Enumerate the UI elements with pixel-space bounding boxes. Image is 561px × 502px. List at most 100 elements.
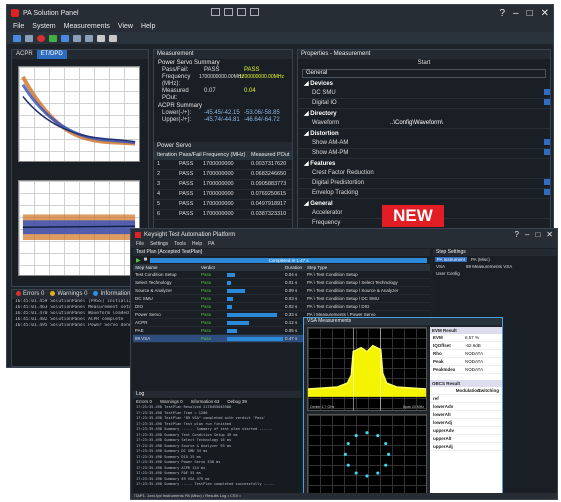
test-step-row[interactable]: DC SMU Pass 0.03 s PA \ Test Condition Setu… [133, 295, 430, 303]
evm-row: IQOffset -62.9dB [430, 342, 502, 350]
log-tab-debug[interactable]: Debug 39 [227, 399, 247, 404]
test-step-row[interactable]: DIO Pass 0.02 s PA \ Test Condition Setup \… [133, 303, 430, 311]
table-cell: 6 [157, 211, 161, 217]
property-row[interactable]: Waveform ..\Config\Waveform\ [298, 119, 550, 129]
property-group-devices[interactable]: ◢ Devices [298, 79, 550, 89]
step-duration-bar-cell [225, 303, 283, 310]
checkbox[interactable] [544, 189, 550, 195]
checkbox[interactable] [544, 179, 550, 185]
save-icon[interactable] [61, 34, 69, 42]
minimize-icon[interactable]: – [513, 8, 519, 19]
menu-settings[interactable]: Settings [150, 241, 168, 247]
category-select[interactable]: General [302, 69, 546, 78]
property-row[interactable]: Show AM-AM [298, 139, 550, 149]
zoom-icon[interactable] [97, 34, 105, 42]
menu-measurements[interactable]: Measurements [64, 23, 110, 30]
menu-file[interactable]: File [136, 241, 144, 247]
menu-pa[interactable]: PA [208, 241, 214, 247]
maximize-icon[interactable]: □ [527, 8, 533, 19]
property-value[interactable] [390, 89, 544, 98]
layout-icon-4[interactable] [250, 8, 259, 16]
layout-icons [211, 8, 259, 16]
layout-icon-2[interactable] [224, 8, 233, 16]
layout-icon-3[interactable] [237, 8, 246, 16]
grid-icon[interactable] [73, 34, 81, 42]
tab-acpr[interactable]: ACPR [12, 50, 37, 59]
property-key: DC SMU [312, 90, 336, 96]
evm-row: Rho NODATA [430, 350, 502, 358]
help-icon[interactable]: ? [499, 8, 505, 19]
property-value[interactable] [390, 189, 544, 198]
plot-tabs: ACPR ET/DPD [12, 50, 148, 59]
obcs-row: upperAdj [430, 443, 502, 451]
property-row[interactable]: Crest Factor Reduction [298, 169, 550, 179]
test-step-row[interactable]: Test Condition Setup Pass 0.04 s PA \ Test … [133, 271, 430, 279]
step-name: DIO [135, 304, 144, 309]
status-bar: \TAP1. 1xxx.tpx Instruments PA (Misc) • … [131, 493, 557, 499]
step-type: PA \ Test Condition Setup \ DIO [307, 304, 370, 309]
log-tab-information[interactable]: Information 63 [191, 399, 220, 404]
constellation-point [376, 434, 380, 438]
constellation-point [384, 441, 388, 446]
log-tab-warnings[interactable]: Warnings 0 [160, 399, 183, 404]
evm-value: NODATA [465, 367, 484, 372]
test-step-row[interactable]: Source & Analyzer Pass 0.09 s PA \ Test Con… [133, 287, 430, 295]
checkbox[interactable] [544, 149, 550, 155]
menu-system[interactable]: System [32, 23, 55, 30]
menu-help[interactable]: Help [192, 241, 202, 247]
obcs-row: upperAdv [430, 427, 502, 435]
stop-icon[interactable]: ■ [144, 257, 148, 263]
tab-pa-misc[interactable]: PA (Misc) [469, 257, 492, 262]
property-row[interactable]: DC SMU [298, 89, 550, 99]
table-cell: 0.0037317620 [251, 161, 287, 167]
help-icon[interactable]: ? [515, 230, 519, 239]
step-duration: 0.02 s [285, 304, 298, 309]
menu-view[interactable]: View [118, 23, 133, 30]
start-label: Start [417, 60, 431, 66]
property-value[interactable] [390, 139, 544, 148]
list-icon[interactable] [85, 34, 93, 42]
property-row[interactable]: Show AM-PM [298, 149, 550, 159]
run-icon[interactable]: ▶ [136, 257, 141, 264]
property-row[interactable]: Digital IO [298, 99, 550, 109]
menu-tools[interactable]: Tools [174, 241, 186, 247]
log-tab-errors[interactable]: Errors 0 [136, 399, 152, 404]
layout-icon-1[interactable] [211, 8, 220, 16]
close-icon[interactable]: ✕ [541, 8, 549, 19]
test-step-row[interactable]: Select Technology Pass 0.01 s PA \ Test Con… [133, 279, 430, 287]
log-tab-errors[interactable]: Errors 0 [16, 291, 44, 298]
table-cell: 0.0387323310 [251, 211, 287, 217]
play-icon[interactable] [49, 34, 57, 42]
window-controls: ? – □ ✕ [499, 8, 549, 19]
table-cell: PASS [179, 171, 194, 177]
property-value[interactable] [390, 179, 544, 188]
property-row[interactable]: Envelop Tracking [298, 189, 550, 199]
tab-et-dpd[interactable]: ET/DPD [36, 50, 67, 59]
minimize-icon[interactable]: – [525, 230, 529, 239]
info-icon [93, 291, 99, 297]
menu-help[interactable]: Help [141, 23, 155, 30]
property-group-features[interactable]: ◢ Features [298, 159, 550, 169]
tab-pa-instrument[interactable]: PA Instrument [435, 257, 467, 262]
maximize-icon[interactable]: □ [535, 230, 540, 239]
constellation-point [346, 441, 350, 446]
checkbox[interactable] [544, 99, 550, 105]
open-icon[interactable] [25, 34, 33, 42]
property-value[interactable] [390, 149, 544, 158]
property-group-directory[interactable]: ◢ Directory [298, 109, 550, 119]
close-icon[interactable]: ✕ [546, 230, 553, 239]
wave-icon[interactable] [109, 34, 117, 42]
log-tab-warnings[interactable]: Warnings 0 [50, 291, 87, 298]
menu-file[interactable]: File [13, 23, 24, 30]
step-duration-bar [227, 272, 235, 277]
property-value[interactable]: ..\Config\Waveform\ [390, 119, 550, 128]
property-value[interactable] [390, 99, 544, 108]
property-value[interactable] [390, 169, 550, 178]
property-row[interactable]: Digital Predistortion [298, 179, 550, 189]
record-icon[interactable] [37, 34, 45, 42]
table-cell: 1700000000 [203, 211, 234, 217]
new-icon[interactable] [13, 34, 21, 42]
checkbox[interactable] [544, 89, 550, 95]
property-group-distortion[interactable]: ◢ Distortion [298, 129, 550, 139]
checkbox[interactable] [544, 139, 550, 145]
